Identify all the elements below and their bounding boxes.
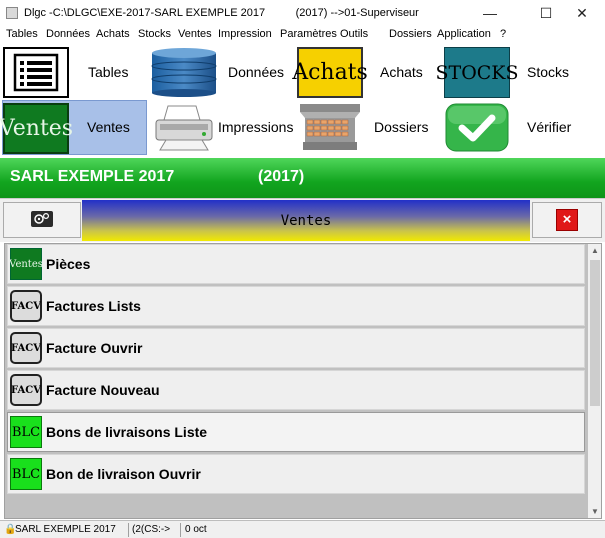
toolbar-dossiers[interactable]: Dossiers <box>296 100 440 155</box>
close-icon: ✕ <box>576 4 588 21</box>
menu-achats[interactable]: Achats <box>96 28 130 40</box>
printer-icon <box>150 102 218 153</box>
toolbar-tables[interactable]: Tables <box>2 45 146 100</box>
toolbar-achats-label: Achats <box>380 64 423 80</box>
ventes-list: Ventes Pièces FACV Factures Lists FACV F… <box>4 243 602 519</box>
close-icon: × <box>556 209 578 231</box>
menu-stocks[interactable]: Stocks <box>138 28 171 40</box>
toolbar-achats[interactable]: Achats Achats <box>292 45 440 100</box>
achats-icon: Achats <box>292 47 368 98</box>
panel-header: Ventes × <box>0 198 605 242</box>
menu-help[interactable]: ? <box>500 28 506 40</box>
dossiers-icon <box>297 102 363 153</box>
database-icon <box>150 47 218 98</box>
status-separator <box>128 523 129 537</box>
vertical-scrollbar[interactable]: ▲ ▼ <box>588 244 601 518</box>
window-title: Dlgc -C:\DLGC\EXE-2017-SARL EXEMPLE 2017… <box>24 7 419 19</box>
toolbar-ventes[interactable]: Ventes Ventes <box>0 100 147 155</box>
list-item-pieces[interactable]: Ventes Pièces <box>7 244 585 284</box>
list-icon <box>3 47 69 98</box>
app-icon <box>6 7 18 19</box>
stocks-icon: STOCKS <box>436 47 519 98</box>
blc-icon: BLC <box>10 458 42 490</box>
facv-icon: FACV <box>10 374 42 406</box>
fiscal-year: (2017) <box>258 168 305 185</box>
menu-tables[interactable]: Tables <box>6 28 38 40</box>
menu-dossiers[interactable]: Dossiers <box>389 28 432 40</box>
list-item-bon-livraison-ouvrir[interactable]: BLC Bon de livraison Ouvrir <box>7 454 585 494</box>
scroll-up-icon[interactable]: ▲ <box>591 246 599 255</box>
menu-application[interactable]: Application <box>437 28 491 40</box>
list-item-label: Facture Nouveau <box>46 382 160 398</box>
list-item-facture-nouveau[interactable]: FACV Facture Nouveau <box>7 370 585 410</box>
list-item-label: Bon de livraison Ouvrir <box>46 466 201 482</box>
status-size: 0 oct <box>185 524 207 535</box>
toolbar-stocks[interactable]: STOCKS Stocks <box>436 45 593 100</box>
company-band: SARL EXEMPLE 2017 (2017) <box>0 158 605 198</box>
list-item-facture-ouvrir[interactable]: FACV Facture Ouvrir <box>7 328 585 368</box>
scrollbar-thumb[interactable] <box>590 260 600 406</box>
menu-impression[interactable]: Impression <box>218 28 272 40</box>
blc-icon: BLC <box>10 416 42 448</box>
list-item-bons-livraisons-liste[interactable]: BLC Bons de livraisons Liste <box>7 412 585 452</box>
toolbar-donnees[interactable]: Données <box>150 45 294 100</box>
title-bar: Dlgc -C:\DLGC\EXE-2017-SARL EXEMPLE 2017… <box>0 0 605 26</box>
close-panel-button[interactable]: × <box>532 202 602 238</box>
menu-donnees[interactable]: Données <box>46 28 90 40</box>
menu-outils[interactable]: Outils <box>340 28 368 40</box>
status-separator <box>180 523 181 537</box>
menu-bar: Tables Données Achats Stocks Ventes Impr… <box>0 26 605 43</box>
list-item-label: Bons de livraisons Liste <box>46 424 208 440</box>
settings-button[interactable] <box>3 202 81 238</box>
toolbar-verifier-label: Vérifier <box>527 119 572 135</box>
toolbar-impressions[interactable]: Impressions <box>150 100 294 155</box>
toolbar-donnees-label: Données <box>228 64 285 80</box>
toolbar-stocks-label: Stocks <box>527 64 570 80</box>
toolbar-dossiers-label: Dossiers <box>374 119 429 135</box>
ventes-icon: Ventes <box>9 248 43 280</box>
list-item-label: Factures Lists <box>46 298 141 314</box>
panel-title: Ventes <box>82 200 530 241</box>
main-toolbar: Tables Données Achats Achats STOCKS Stoc… <box>0 43 605 158</box>
menu-ventes[interactable]: Ventes <box>178 28 212 40</box>
toolbar-tables-label: Tables <box>88 64 129 80</box>
status-year-path: (2(CS:-> <box>132 524 171 535</box>
list-item-factures-lists[interactable]: FACV Factures Lists <box>7 286 585 326</box>
list-item-label: Facture Ouvrir <box>46 340 143 356</box>
menu-parametres[interactable]: Paramètres <box>280 28 337 40</box>
gears-icon <box>30 210 54 231</box>
facv-icon: FACV <box>10 290 42 322</box>
facv-icon: FACV <box>10 332 42 364</box>
minimize-icon: — <box>483 5 497 21</box>
scroll-down-icon[interactable]: ▼ <box>591 507 599 516</box>
status-company: SARL EXEMPLE 2017 <box>15 524 116 535</box>
ventes-icon: Ventes <box>0 103 73 154</box>
list-item-label: Pièces <box>46 256 91 272</box>
close-window-button[interactable]: ✕ <box>559 0 605 26</box>
toolbar-verifier[interactable]: Vérifier <box>443 100 593 155</box>
company-name: SARL EXEMPLE 2017 <box>10 168 175 185</box>
maximize-icon: ☐ <box>539 4 553 21</box>
toolbar-ventes-label: Ventes <box>87 119 130 135</box>
status-bar: 🔒 SARL EXEMPLE 2017 (2(CS:-> 0 oct <box>0 520 605 538</box>
minimize-button[interactable]: — <box>467 0 513 26</box>
checkmark-icon <box>444 102 510 153</box>
toolbar-impressions-label: Impressions <box>218 119 294 135</box>
